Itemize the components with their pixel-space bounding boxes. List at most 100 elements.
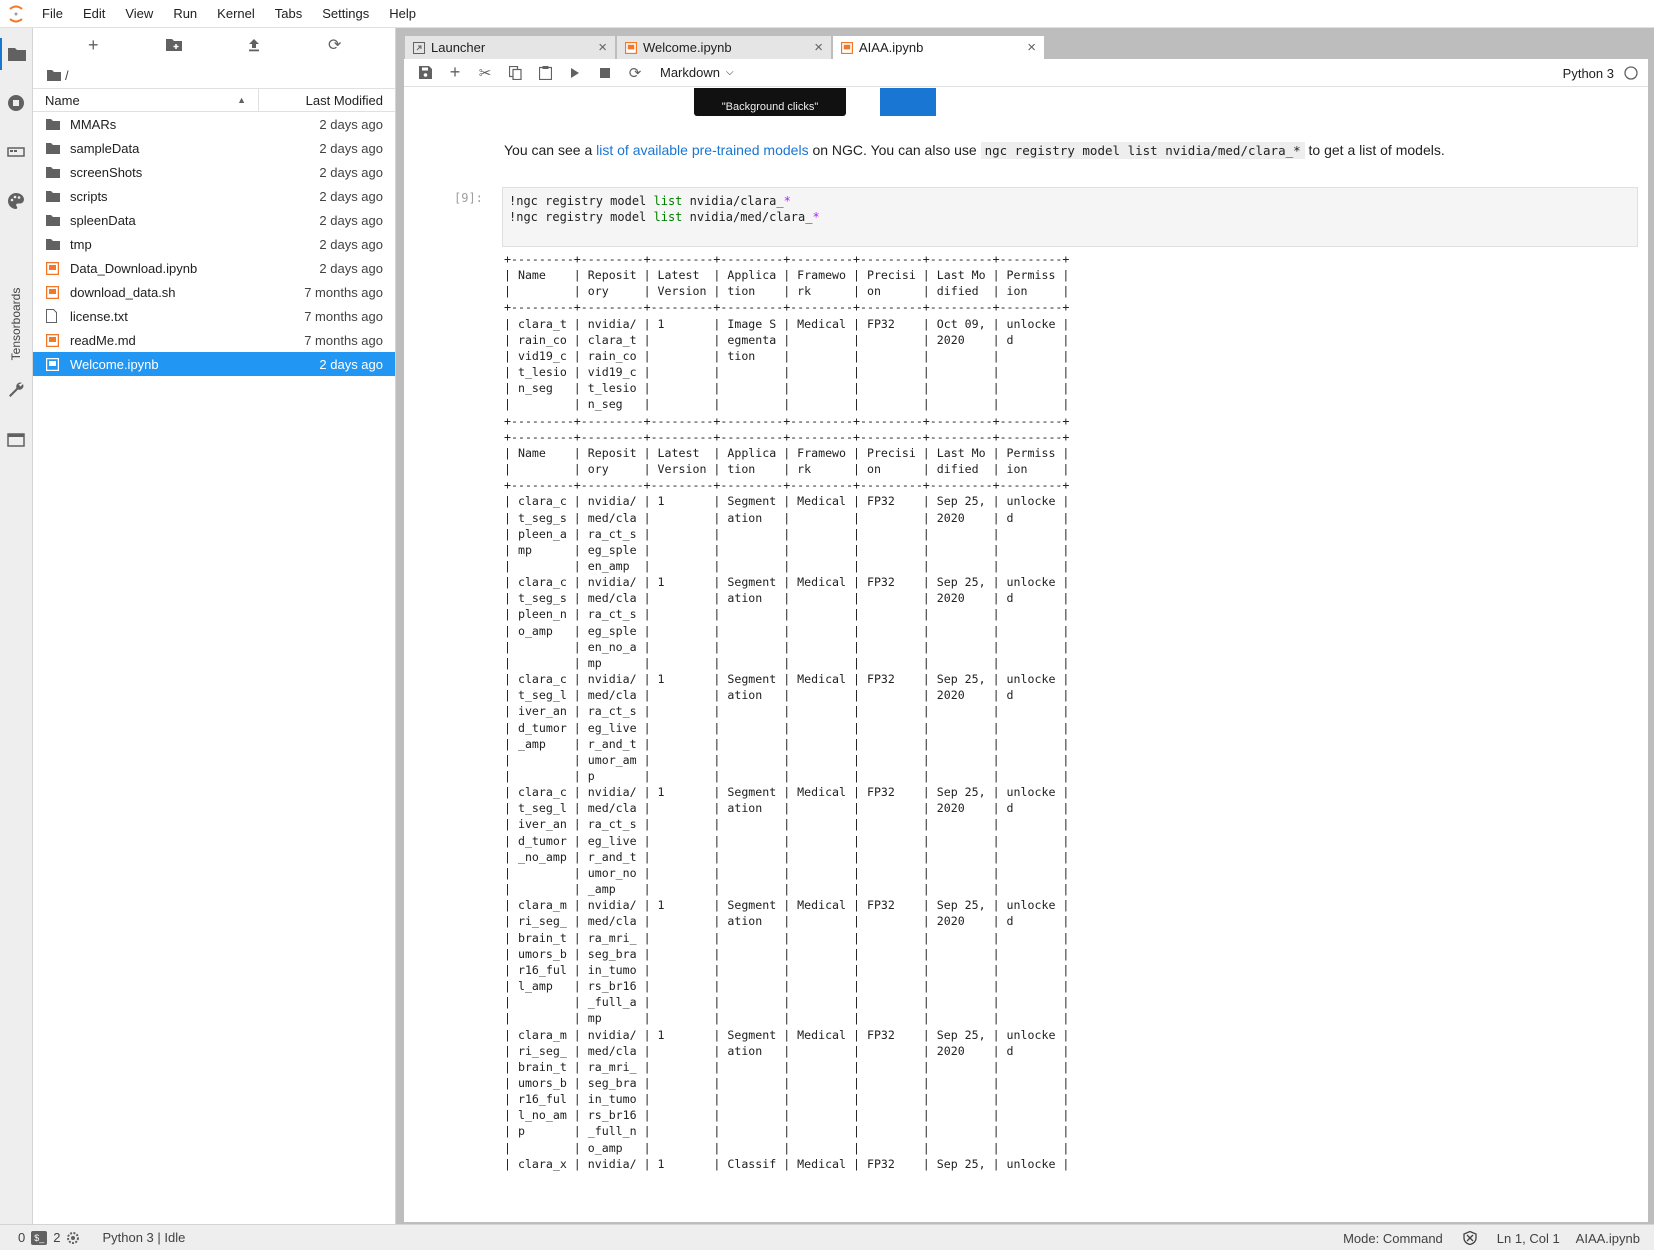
mode-indicator: Mode: Command <box>1343 1230 1443 1246</box>
file-name: sampleData <box>70 140 140 156</box>
plus-icon: + <box>87 34 99 55</box>
file-row[interactable]: sampleData 2 days ago <box>33 136 395 160</box>
tab-launcher[interactable]: Launcher × <box>404 35 616 59</box>
insert-cell-button[interactable]: + <box>440 61 470 85</box>
file-row[interactable]: download_data.sh 7 months ago <box>33 280 395 304</box>
column-modified-header[interactable]: Last Modified <box>259 89 395 111</box>
menu-tabs[interactable]: Tabs <box>265 0 312 28</box>
breadcrumb[interactable]: / <box>33 62 395 88</box>
paste-button[interactable] <box>530 61 560 85</box>
restart-button[interactable]: ⟳ <box>620 61 650 85</box>
close-icon[interactable]: × <box>1027 39 1036 56</box>
code-line: !ngc registry model list nvidia/clara_* <box>509 194 791 208</box>
file-browser-icon[interactable] <box>0 38 32 70</box>
tensorboards-tab[interactable]: Tensorboards <box>5 281 27 367</box>
sort-asc-icon: ▲ <box>237 95 246 105</box>
output-line: | | n_seg | | | | | | | <box>504 397 1070 412</box>
menu-file[interactable]: File <box>32 0 73 28</box>
output-line: | Name | Reposit | Latest | Applica | Fr… <box>504 268 1070 283</box>
menu-kernel[interactable]: Kernel <box>207 0 265 28</box>
output-line: | d_tumor | eg_live | | | | | | | <box>504 720 1070 735</box>
output-line: | clara_t | nvidia/ | 1 | Image S | Medi… <box>504 316 1070 331</box>
trust-shield-icon[interactable] <box>1451 1231 1489 1245</box>
file-row[interactable]: MMARs 2 days ago <box>33 112 395 136</box>
output-line: +---------+---------+---------+---------… <box>504 300 1070 315</box>
tab-aiaa[interactable]: AIAA.ipynb × <box>832 35 1045 59</box>
file-modified: 2 days ago <box>319 356 383 372</box>
palette-icon[interactable] <box>0 185 32 217</box>
file-row[interactable]: spleenData 2 days ago <box>33 208 395 232</box>
column-name-header[interactable]: Name ▲ <box>33 89 259 111</box>
menu-run[interactable]: Run <box>163 0 207 28</box>
output-line: | t_seg_s | med/cla | | ation | | | 2020… <box>504 510 1070 525</box>
notebook-icon <box>841 41 853 54</box>
close-icon[interactable]: × <box>598 39 607 56</box>
run-button[interactable] <box>560 61 590 85</box>
pretrained-models-link[interactable]: list of available pre-trained models <box>596 142 808 158</box>
output-line: | | umor_am | | | | | | | <box>504 752 1070 767</box>
folder-icon <box>46 166 68 178</box>
menu-settings[interactable]: Settings <box>312 0 379 28</box>
file-row[interactable]: screenShots 2 days ago <box>33 160 395 184</box>
running-sessions-icon[interactable] <box>0 87 32 119</box>
refresh-button[interactable]: ⟳ <box>323 33 347 57</box>
notebook-toolbar: + ✂ ⟳ Markdown ⌵ Python 3 <box>404 59 1648 87</box>
output-line: | Name | Reposit | Latest | Applica | Fr… <box>504 445 1070 460</box>
file-row-selected[interactable]: Welcome.ipynb 2 days ago <box>33 352 395 376</box>
output-line: | t_lesio | vid19_c | | | | | | | <box>504 365 1070 380</box>
output-line: | l_amp | rs_br16 | | | | | | | <box>504 979 1070 994</box>
output-line: | o_amp | eg_sple | | | | | | | <box>504 623 1070 638</box>
cell-type-dropdown[interactable]: Markdown ⌵ <box>660 65 734 80</box>
menu-edit[interactable]: Edit <box>73 0 115 28</box>
command-palette-icon[interactable] <box>0 136 32 168</box>
output-line: | clara_c | nvidia/ | 1 | Segment | Medi… <box>504 575 1070 590</box>
file-row[interactable]: license.txt 7 months ago <box>33 304 395 328</box>
file-name: scripts <box>70 188 108 204</box>
kernel-indicator[interactable]: Python 3 <box>1563 59 1638 87</box>
refresh-icon: ⟳ <box>328 37 342 54</box>
main-dock-area: Launcher × Welcome.ipynb × AIAA.ipynb × … <box>396 28 1654 1224</box>
new-folder-button[interactable] <box>162 33 186 57</box>
cursor-position[interactable]: Ln 1, Col 1 <box>1489 1231 1568 1246</box>
upload-button[interactable] <box>242 33 266 57</box>
output-line: | t_seg_l | med/cla | | ation | | | 2020… <box>504 688 1070 703</box>
file-row[interactable]: readMe.md 7 months ago <box>33 328 395 352</box>
output-line: +---------+---------+---------+---------… <box>504 478 1070 493</box>
new-launcher-button[interactable]: + <box>81 33 105 57</box>
close-icon[interactable]: × <box>814 39 823 56</box>
output-line: | | p | | | | | | | <box>504 769 1070 783</box>
menu-bar: File Edit View Run Kernel Tabs Settings … <box>0 0 1654 28</box>
file-row[interactable]: tmp 2 days ago <box>33 232 395 256</box>
copy-button[interactable] <box>500 61 530 85</box>
output-line: | r16_ful | in_tumo | | | | | | | <box>504 1092 1070 1107</box>
code-cell-input[interactable]: !ngc registry model list nvidia/clara_* … <box>502 187 1638 247</box>
file-row[interactable]: Data_Download.ipynb 2 days ago <box>33 256 395 280</box>
tabs-panel-icon[interactable] <box>0 424 32 456</box>
cut-button[interactable]: ✂ <box>470 61 500 85</box>
file-modified: 2 days ago <box>319 212 383 228</box>
output-line: | iver_an | ra_ct_s | | | | | | | <box>504 704 1070 719</box>
output-line: | brain_t | ra_mri_ | | | | | | | <box>504 1059 1070 1074</box>
output-line: | n_seg | t_lesio | | | | | | | <box>504 381 1070 396</box>
save-button[interactable] <box>410 61 440 85</box>
interrupt-button[interactable] <box>590 61 620 85</box>
tab-welcome[interactable]: Welcome.ipynb × <box>616 35 832 59</box>
output-line: +---------+---------+---------+---------… <box>504 429 1070 444</box>
plus-icon: + <box>449 62 461 82</box>
tensorboards-label: Tensorboards <box>9 287 23 361</box>
output-line: | | mp | | | | | | | <box>504 655 1070 670</box>
output-line: | t_seg_s | med/cla | | ation | | | 2020… <box>504 591 1070 606</box>
running-terminals-status[interactable]: 0 $_ 2 <box>0 1230 88 1245</box>
notebook-icon <box>46 261 68 275</box>
output-line: | | ory | Version | tion | rk | on | dif… <box>504 462 1070 477</box>
wrench-icon[interactable] <box>0 373 32 405</box>
menu-view[interactable]: View <box>115 0 163 28</box>
kernel-status[interactable]: Python 3 | Idle <box>88 1230 193 1245</box>
output-line: | iver_an | ra_ct_s | | | | | | | <box>504 817 1070 832</box>
file-row[interactable]: scripts 2 days ago <box>33 184 395 208</box>
output-line: | p | _full_n | | | | | | | <box>504 1124 1070 1139</box>
notebook-icon <box>46 285 68 299</box>
output-line: | brain_t | ra_mri_ | | | | | | | <box>504 930 1070 945</box>
menu-help[interactable]: Help <box>379 0 426 28</box>
output-line: | _no_amp | r_and_t | | | | | | | <box>504 849 1070 864</box>
